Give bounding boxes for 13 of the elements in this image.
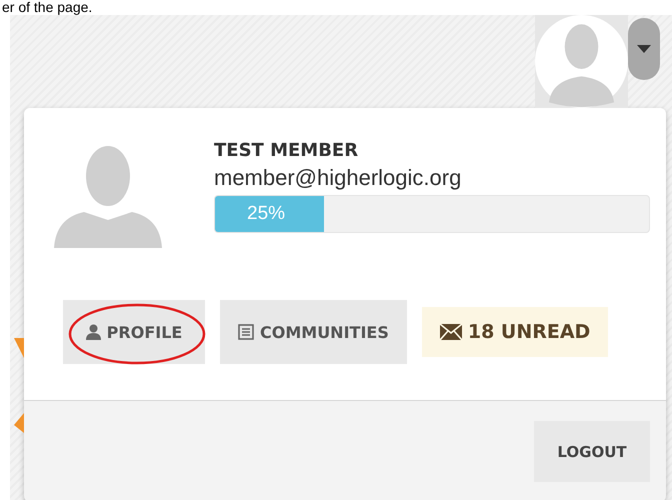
communities-button[interactable]: COMMUNITIES <box>220 300 407 364</box>
member-name: TEST MEMBER <box>214 140 360 161</box>
progress-reading: 25% <box>247 203 286 225</box>
person-icon <box>86 324 101 340</box>
caret-icon <box>637 45 651 53</box>
list-icon <box>238 324 254 340</box>
logout-button[interactable]: LOGOUT <box>534 421 650 482</box>
dropdown-button[interactable] <box>628 18 660 80</box>
caption-text: er of the page. <box>1 0 94 15</box>
unread-button[interactable]: 18 UNREAD <box>422 307 608 357</box>
profile-button[interactable]: PROFILE <box>63 300 205 364</box>
envelope-icon <box>440 324 462 340</box>
member-email: member@higherlogic.org <box>214 165 462 191</box>
